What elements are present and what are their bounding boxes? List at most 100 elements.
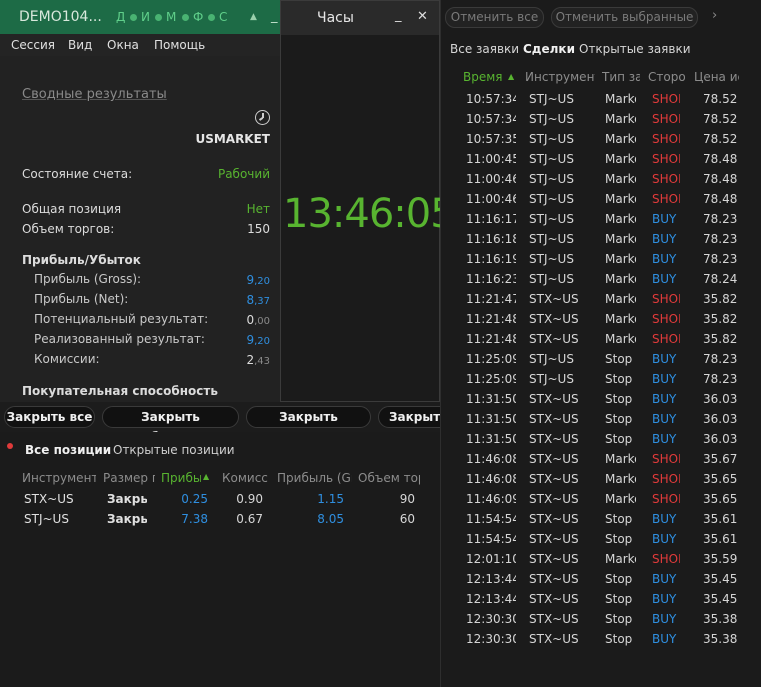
- col-profit[interactable]: Прибы: [161, 471, 201, 485]
- trade-price: 35.65: [703, 472, 738, 486]
- trade-price: 35.45: [703, 592, 738, 606]
- col-order-type[interactable]: Тип зая: [602, 70, 640, 84]
- trade-time: 11:16:23: [466, 272, 516, 286]
- net-profit-label: Прибыль (Net):: [34, 292, 129, 306]
- trade-instrument: STJ~US: [529, 272, 574, 286]
- connection-letter-d: Д: [116, 10, 126, 24]
- trade-price: 78.23: [703, 372, 738, 386]
- col-commission[interactable]: Комисс: [222, 471, 272, 485]
- trade-time: 11:00:45: [466, 152, 516, 166]
- trade-type: Stop: [605, 612, 633, 626]
- account-titlebar[interactable]: DEMO104... Д И М Ф С ▲ _: [0, 0, 280, 34]
- menu-help[interactable]: Помощь: [154, 38, 205, 52]
- buying-power-label: Покупательная способность: [22, 384, 218, 398]
- trade-time: 11:00:46: [466, 172, 516, 186]
- tab-all-orders[interactable]: Все заявки: [450, 42, 519, 56]
- trade-instrument: STJ~US: [529, 172, 574, 186]
- clock-window-title: Часы: [317, 10, 354, 26]
- clock-icon[interactable]: [255, 110, 270, 125]
- tab-trades[interactable]: Сделки: [523, 42, 575, 56]
- volume-label: Объем торгов:: [22, 222, 115, 236]
- clock-titlebar[interactable]: Часы _ ✕: [281, 1, 439, 35]
- trade-type: Stop: [605, 352, 633, 366]
- collapse-caret-icon[interactable]: ▲: [250, 12, 257, 22]
- trade-instrument: STJ~US: [529, 192, 574, 206]
- trade-instrument: STX~US: [529, 612, 579, 626]
- trade-instrument: STJ~US: [529, 252, 574, 266]
- trade-type: Stop: [605, 632, 633, 646]
- trade-side: SHOI: [652, 492, 680, 506]
- connection-dot-icon: [130, 14, 137, 21]
- trade-side: SHOI: [652, 292, 680, 306]
- col-order-instrument[interactable]: Инструмент: [525, 70, 595, 84]
- trade-type: Marke: [605, 332, 636, 346]
- trade-time: 11:31:50: [466, 412, 516, 426]
- connection-letter-i: И: [141, 10, 150, 24]
- chevron-right-icon[interactable]: ›: [712, 8, 717, 23]
- menu-view[interactable]: Вид: [68, 38, 92, 52]
- trade-side: SHOI: [652, 152, 680, 166]
- close-selected-button[interactable]: Закрыть выбранное: [102, 406, 239, 444]
- trade-price: 35.61: [703, 532, 738, 546]
- minimize-icon[interactable]: _: [395, 8, 402, 23]
- trade-side: BUY: [652, 352, 677, 366]
- col-time[interactable]: Время: [463, 70, 505, 84]
- trade-time: 11:54:54: [466, 512, 516, 526]
- trade-instrument: STJ~US: [529, 132, 574, 146]
- trade-side: BUY: [652, 392, 677, 406]
- trade-type: Marke: [605, 192, 636, 206]
- trade-price: 78.24: [703, 272, 738, 286]
- commissions-label: Комиссии:: [34, 352, 100, 366]
- summary-results-link[interactable]: Сводные результаты: [22, 87, 167, 102]
- cancel-all-button[interactable]: Отменить все: [445, 7, 544, 28]
- close-long-button[interactable]: Закрыть длинные: [246, 406, 371, 444]
- trade-time: 11:46:09: [466, 492, 516, 506]
- trade-type: Marke: [605, 232, 636, 246]
- trade-instrument: STJ~US: [529, 352, 574, 366]
- tab-open-orders[interactable]: Открытые заявки: [579, 42, 691, 56]
- trade-instrument: STX~US: [529, 452, 579, 466]
- connection-dot-icon: [182, 14, 189, 21]
- minimize-icon[interactable]: _: [271, 9, 278, 24]
- trade-time: 12:01:10: [466, 552, 516, 566]
- trade-side: SHOI: [652, 312, 680, 326]
- trade-time: 11:46:08: [466, 472, 516, 486]
- trade-time: 11:21:48: [466, 312, 516, 326]
- trade-instrument: STJ~US: [529, 112, 574, 126]
- total-position-value: Нет: [246, 202, 270, 216]
- tab-open-positions[interactable]: Открытые позиции: [113, 443, 235, 457]
- sort-asc-icon: ▲: [203, 472, 210, 481]
- trade-price: 78.23: [703, 352, 738, 366]
- trade-price: 78.48: [703, 172, 738, 186]
- trade-side: BUY: [652, 432, 677, 446]
- gross-profit-value: 9,20: [246, 273, 270, 287]
- trade-type: Marke: [605, 272, 636, 286]
- close-icon[interactable]: ✕: [417, 9, 428, 24]
- trade-type: Marke: [605, 552, 636, 566]
- trade-side: SHOI: [652, 332, 680, 346]
- col-size[interactable]: Размер п: [103, 471, 155, 485]
- menu-windows[interactable]: Окна: [107, 38, 139, 52]
- cancel-selected-button[interactable]: Отменить выбранные: [551, 7, 698, 28]
- menu-session[interactable]: Сессия: [11, 38, 55, 52]
- trade-time: 11:16:19: [466, 252, 516, 266]
- trade-type: Marke: [605, 452, 636, 466]
- trade-side: SHOI: [652, 452, 680, 466]
- connection-dot-icon: [155, 14, 162, 21]
- col-instrument[interactable]: Инструмент: [22, 471, 96, 485]
- tab-all-positions[interactable]: Все позиции: [25, 443, 111, 457]
- trade-instrument: STX~US: [529, 512, 579, 526]
- trade-side: BUY: [652, 232, 677, 246]
- col-volume[interactable]: Объем тор: [358, 471, 420, 485]
- connection-letter-m: М: [166, 10, 177, 24]
- col-price[interactable]: Цена ис: [694, 70, 739, 84]
- trade-time: 10:57:34: [466, 92, 516, 106]
- col-side[interactable]: Сторо: [648, 70, 685, 84]
- col-gross[interactable]: Прибыль (Gr: [277, 471, 352, 485]
- gross-profit-label: Прибыль (Gross):: [34, 272, 142, 286]
- trade-instrument: STX~US: [529, 552, 579, 566]
- trade-type: Stop: [605, 532, 633, 546]
- trade-side: BUY: [652, 612, 677, 626]
- connection-dot-icon: [208, 14, 215, 21]
- close-all-button[interactable]: Закрыть все: [4, 406, 95, 428]
